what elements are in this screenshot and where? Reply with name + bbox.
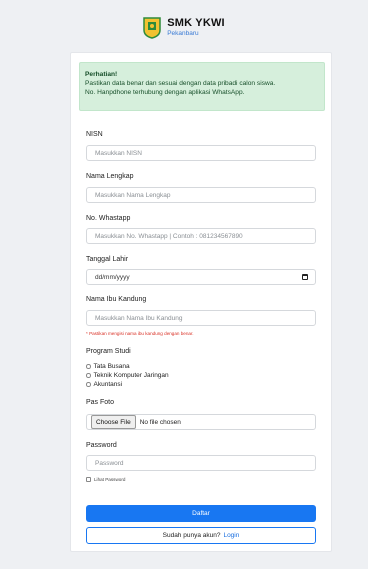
alert-line-1: Pastikan data benar dan sesuai dengan da… <box>85 79 276 87</box>
nisn-label: NISN <box>86 131 103 138</box>
choose-file-button[interactable]: Choose File <box>91 415 136 429</box>
ibu-placeholder: Masukkan Nama Ibu Kandung <box>95 314 183 322</box>
password-input[interactable]: Password <box>86 455 316 471</box>
nisn-placeholder: Masukkan NISN <box>95 149 142 157</box>
login-prompt-text: Sudah punya akun? <box>162 532 221 539</box>
program-option-label: Tata Busana <box>93 363 130 370</box>
radio-icon[interactable] <box>86 364 91 369</box>
program-option-tata-busana[interactable]: Tata Busana <box>86 363 130 370</box>
login-prompt-button[interactable]: Sudah punya akun? Login <box>86 527 316 544</box>
show-password-toggle[interactable]: Lihat Password <box>86 477 125 482</box>
login-link[interactable]: Login <box>223 532 239 539</box>
ibu-help-text: * Pastikan mengisi nama ibu kandung deng… <box>86 331 194 336</box>
brand-city: Pekanbaru <box>167 30 199 38</box>
password-placeholder: Password <box>95 459 124 467</box>
header: SMK YKWI Pekanbaru <box>0 0 368 52</box>
program-option-akuntansi[interactable]: Akuntansi <box>86 381 122 388</box>
nama-input[interactable]: Masukkan Nama Lengkap <box>86 187 316 203</box>
tanggal-label: Tanggal Lahir <box>86 256 129 263</box>
ibu-input[interactable]: Masukkan Nama Ibu Kandung <box>86 310 316 326</box>
program-option-label: Teknik Komputer Jaringan <box>93 372 169 379</box>
calendar-icon[interactable] <box>302 274 308 280</box>
brand[interactable]: SMK YKWI Pekanbaru <box>143 17 225 39</box>
radio-icon[interactable] <box>86 373 91 378</box>
registration-card: Perhatian! Pastikan data benar dan sesua… <box>70 52 332 552</box>
brand-name: SMK YKWI <box>167 17 225 30</box>
tanggal-placeholder: dd/mm/yyyy <box>95 273 130 281</box>
tanggal-input[interactable]: dd/mm/yyyy <box>86 269 316 285</box>
program-option-label: Akuntansi <box>93 381 123 388</box>
radio-icon[interactable] <box>86 382 91 387</box>
nama-label: Nama Lengkap <box>86 173 134 180</box>
ibu-label: Nama Ibu Kandung <box>86 296 147 303</box>
daftar-button-label: Daftar <box>192 510 210 517</box>
alert-title: Perhatian! <box>85 71 118 78</box>
daftar-button[interactable]: Daftar <box>86 505 316 522</box>
show-password-label: Lihat Password <box>94 477 126 482</box>
whatsapp-placeholder: Masukkan No. Whastapp | Contoh : 0812345… <box>95 232 243 240</box>
nisn-input[interactable]: Masukkan NISN <box>86 145 316 161</box>
checkbox-icon[interactable] <box>86 477 91 482</box>
info-alert: Perhatian! Pastikan data benar dan sesua… <box>79 62 325 111</box>
password-label: Password <box>86 442 117 449</box>
school-logo-icon <box>143 17 161 39</box>
foto-label: Pas Foto <box>86 399 115 406</box>
program-label: Program Studi <box>86 348 131 355</box>
whatsapp-input[interactable]: Masukkan No. Whastapp | Contoh : 0812345… <box>86 228 316 244</box>
file-status: No file chosen <box>139 418 181 426</box>
foto-file-input[interactable]: Choose File No file chosen <box>86 414 316 430</box>
whatsapp-label: No. Whastapp <box>86 215 131 222</box>
program-option-tkj[interactable]: Teknik Komputer Jaringan <box>86 372 169 379</box>
nama-placeholder: Masukkan Nama Lengkap <box>95 191 171 199</box>
alert-line-2: No. Hanpdhone terhubung dengan aplikasi … <box>85 88 245 96</box>
